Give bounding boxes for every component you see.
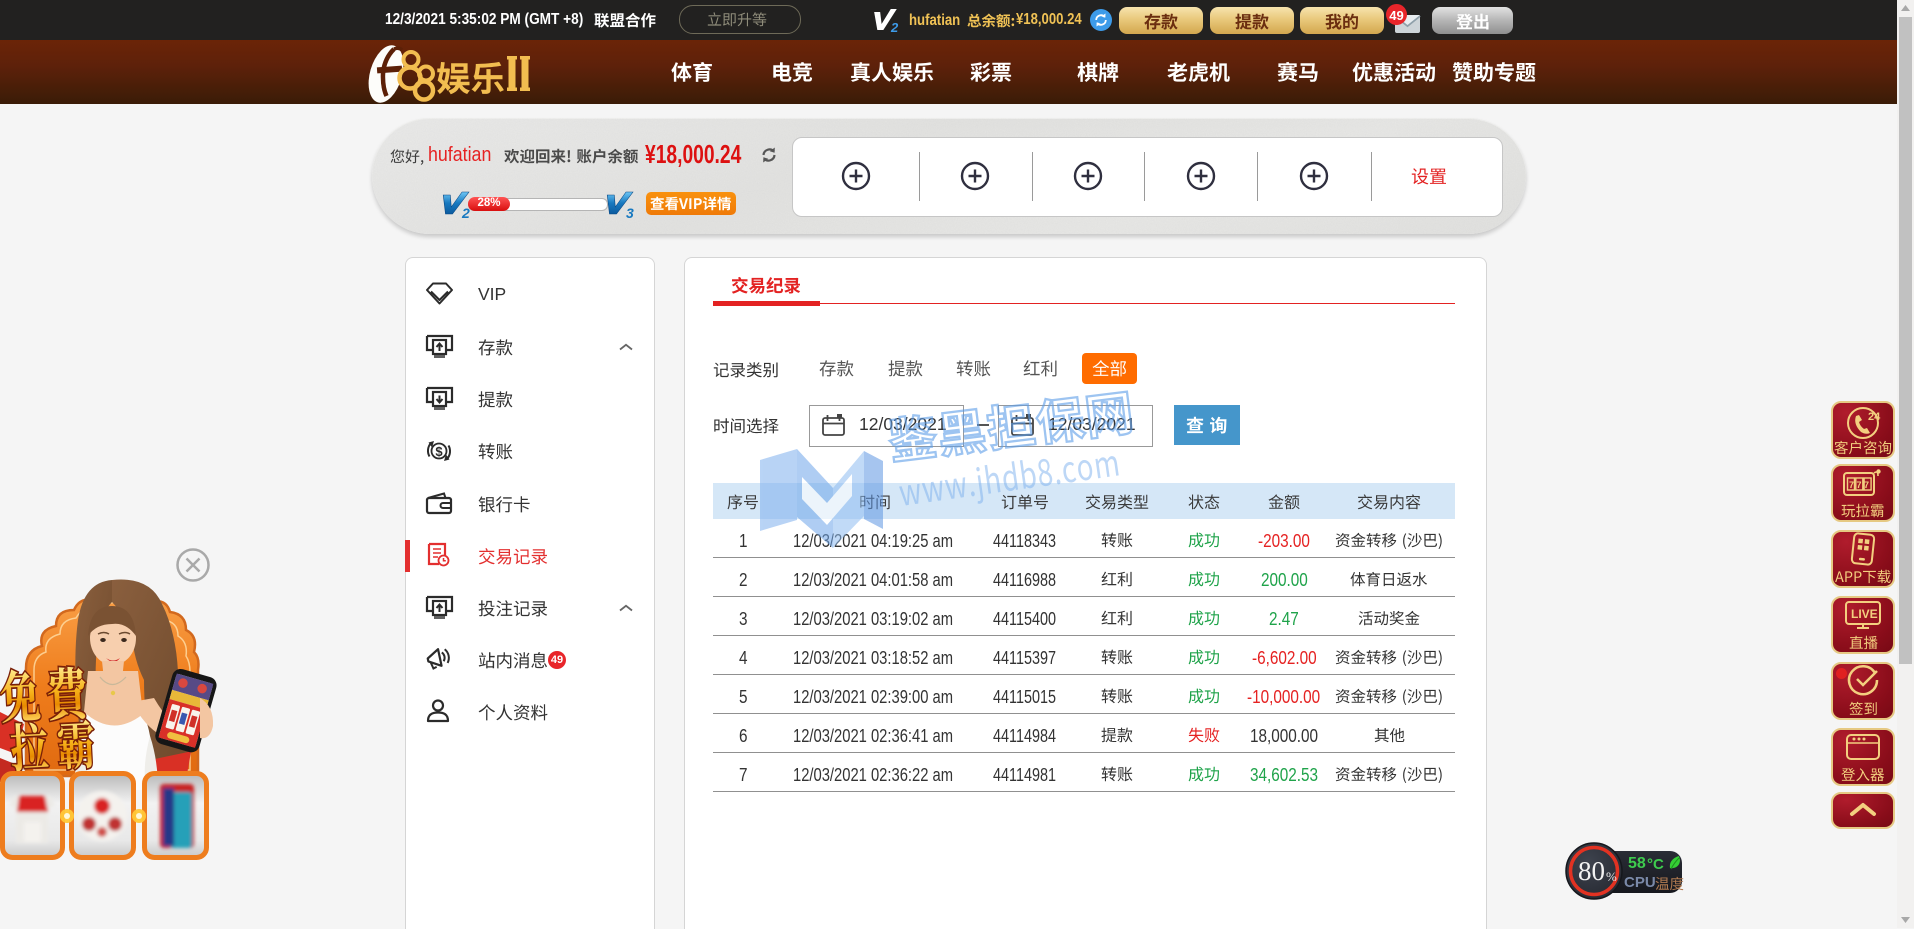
- svg-text:LIVE: LIVE: [1851, 607, 1878, 621]
- svg-text:$: $: [435, 444, 443, 459]
- svg-text:24: 24: [1868, 411, 1881, 423]
- svg-text:7 7 7: 7 7 7: [1849, 480, 1869, 490]
